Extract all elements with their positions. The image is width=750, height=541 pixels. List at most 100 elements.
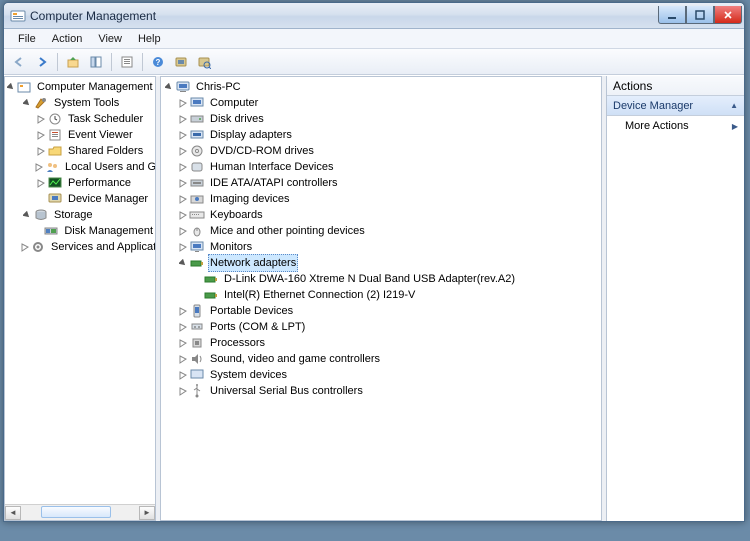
up-button[interactable] bbox=[62, 51, 84, 73]
expander-icon[interactable] bbox=[35, 129, 47, 141]
device-node-display[interactable]: Display adapters bbox=[163, 127, 601, 143]
dvd-icon bbox=[189, 143, 205, 159]
actions-section-header[interactable]: Device Manager ▲ bbox=[607, 96, 744, 116]
device-node-net-1[interactable]: D-Link DWA-160 Xtreme N Dual Band USB Ad… bbox=[163, 271, 601, 287]
expander-icon[interactable] bbox=[177, 129, 189, 141]
expander-icon[interactable] bbox=[177, 225, 189, 237]
scope-tree[interactable]: Computer Management (Local System Tools … bbox=[5, 77, 155, 504]
device-label: Mice and other pointing devices bbox=[208, 223, 367, 239]
more-actions-item[interactable]: More Actions ▶ bbox=[607, 116, 744, 136]
expander-icon[interactable] bbox=[177, 369, 189, 381]
expander-icon[interactable] bbox=[21, 209, 33, 221]
device-node-monitors[interactable]: Monitors bbox=[163, 239, 601, 255]
menu-action[interactable]: Action bbox=[44, 31, 91, 47]
services-icon bbox=[30, 239, 46, 255]
event-viewer-icon bbox=[47, 127, 63, 143]
hid-icon bbox=[189, 159, 205, 175]
expander-icon[interactable] bbox=[35, 113, 47, 125]
network-adapter-icon bbox=[189, 255, 205, 271]
scroll-left-button[interactable]: ◄ bbox=[5, 506, 21, 520]
tree-node-task-scheduler[interactable]: Task Scheduler bbox=[7, 111, 155, 127]
tree-node-local-users[interactable]: Local Users and Groups bbox=[7, 159, 155, 175]
tree-node-system-tools[interactable]: System Tools bbox=[7, 95, 155, 111]
maximize-button[interactable] bbox=[686, 6, 714, 24]
device-label: IDE ATA/ATAPI controllers bbox=[208, 175, 340, 191]
device-node-system-devices[interactable]: System devices bbox=[163, 367, 601, 383]
device-node-usb[interactable]: Universal Serial Bus controllers bbox=[163, 383, 601, 399]
expander-icon[interactable] bbox=[35, 145, 47, 157]
tree-node-event-viewer[interactable]: Event Viewer bbox=[7, 127, 155, 143]
expander-icon[interactable] bbox=[177, 161, 189, 173]
close-button[interactable] bbox=[714, 6, 742, 24]
minimize-button[interactable] bbox=[658, 6, 686, 24]
device-node-computer[interactable]: Computer bbox=[163, 95, 601, 111]
keyboard-icon bbox=[189, 207, 205, 223]
view-devices-button[interactable] bbox=[170, 51, 192, 73]
expander-icon[interactable] bbox=[177, 257, 189, 269]
device-node-imaging[interactable]: Imaging devices bbox=[163, 191, 601, 207]
horizontal-scrollbar[interactable]: ◄ ► bbox=[5, 504, 155, 520]
menu-view[interactable]: View bbox=[90, 31, 130, 47]
device-tree[interactable]: Chris-PC Computer Disk drives Display ad… bbox=[161, 77, 601, 401]
device-node-disk-drives[interactable]: Disk drives bbox=[163, 111, 601, 127]
expander-icon[interactable] bbox=[177, 321, 189, 333]
expander-icon[interactable] bbox=[177, 337, 189, 349]
show-hide-tree-button[interactable] bbox=[85, 51, 107, 73]
help-button[interactable]: ? bbox=[147, 51, 169, 73]
tree-node-shared-folders[interactable]: Shared Folders bbox=[7, 143, 155, 159]
scroll-right-button[interactable]: ► bbox=[139, 506, 155, 520]
tree-node-performance[interactable]: Performance bbox=[7, 175, 155, 191]
expander-icon[interactable] bbox=[177, 193, 189, 205]
properties-button[interactable] bbox=[116, 51, 138, 73]
expander-icon[interactable] bbox=[177, 145, 189, 157]
device-label: Imaging devices bbox=[208, 191, 292, 207]
expander-icon[interactable] bbox=[35, 177, 47, 189]
performance-icon bbox=[47, 175, 63, 191]
device-node-mice[interactable]: Mice and other pointing devices bbox=[163, 223, 601, 239]
tree-node-services-apps[interactable]: Services and Applications bbox=[7, 239, 155, 255]
device-node-dvd[interactable]: DVD/CD-ROM drives bbox=[163, 143, 601, 159]
menu-help[interactable]: Help bbox=[130, 31, 169, 47]
scan-hardware-button[interactable] bbox=[193, 51, 215, 73]
expander-icon[interactable] bbox=[177, 97, 189, 109]
nav-back-button[interactable] bbox=[8, 51, 30, 73]
nav-forward-button[interactable] bbox=[31, 51, 53, 73]
device-node-sound[interactable]: Sound, video and game controllers bbox=[163, 351, 601, 367]
device-tree-panel[interactable]: Chris-PC Computer Disk drives Display ad… bbox=[160, 76, 602, 521]
device-node-hid[interactable]: Human Interface Devices bbox=[163, 159, 601, 175]
expander-icon[interactable] bbox=[177, 353, 189, 365]
expander-icon[interactable] bbox=[177, 241, 189, 253]
device-node-processors[interactable]: Processors bbox=[163, 335, 601, 351]
expander-icon[interactable] bbox=[35, 161, 44, 173]
device-node-root[interactable]: Chris-PC bbox=[163, 79, 601, 95]
expander-icon[interactable] bbox=[177, 305, 189, 317]
device-node-net-2[interactable]: Intel(R) Ethernet Connection (2) I219-V bbox=[163, 287, 601, 303]
device-node-keyboards[interactable]: Keyboards bbox=[163, 207, 601, 223]
expander-icon[interactable] bbox=[177, 209, 189, 221]
expander-icon[interactable] bbox=[177, 177, 189, 189]
svg-text:?: ? bbox=[156, 58, 161, 67]
device-node-ports[interactable]: Ports (COM & LPT) bbox=[163, 319, 601, 335]
expander-icon[interactable] bbox=[163, 81, 175, 93]
tree-node-root[interactable]: Computer Management (Local bbox=[7, 79, 155, 95]
menu-file[interactable]: File bbox=[10, 31, 44, 47]
tree-node-disk-management[interactable]: Disk Management bbox=[7, 223, 155, 239]
expander-icon[interactable] bbox=[7, 81, 16, 93]
titlebar[interactable]: Computer Management bbox=[4, 3, 744, 29]
expander-icon[interactable] bbox=[177, 385, 189, 397]
device-label: Network adapters bbox=[208, 254, 298, 272]
expander-icon[interactable] bbox=[177, 113, 189, 125]
tree-node-device-manager[interactable]: Device Manager bbox=[7, 191, 155, 207]
scope-tree-panel[interactable]: Computer Management (Local System Tools … bbox=[4, 76, 156, 521]
scroll-track[interactable] bbox=[21, 506, 139, 520]
device-node-portable[interactable]: Portable Devices bbox=[163, 303, 601, 319]
toolbar-separator bbox=[142, 53, 143, 71]
expander-icon[interactable] bbox=[21, 241, 30, 253]
monitor-icon bbox=[189, 239, 205, 255]
device-node-ide[interactable]: IDE ATA/ATAPI controllers bbox=[163, 175, 601, 191]
device-node-network[interactable]: Network adapters bbox=[163, 255, 601, 271]
tree-node-storage[interactable]: Storage bbox=[7, 207, 155, 223]
expander-icon[interactable] bbox=[21, 97, 33, 109]
scroll-thumb[interactable] bbox=[41, 506, 111, 518]
window-buttons bbox=[658, 7, 742, 24]
